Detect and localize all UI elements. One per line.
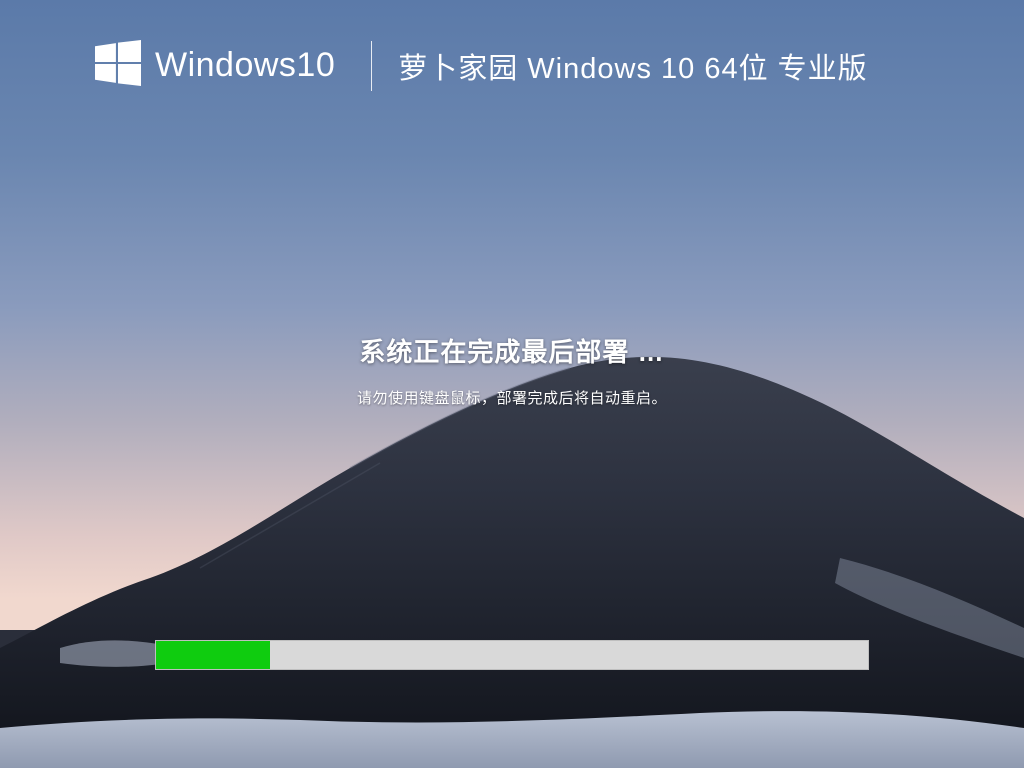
status-main-text: 系统正在完成最后部署 …: [0, 332, 1024, 369]
edition-title: 萝卜家园 Windows 10 64位 专业版: [398, 45, 867, 87]
progress-bar-fill: [156, 641, 270, 669]
progress-bar: [155, 640, 869, 670]
status-block: 系统正在完成最后部署 … 请勿使用键盘鼠标，部署完成后将自动重启。: [0, 332, 1024, 408]
mountain-background: [0, 348, 1024, 768]
header-divider: [371, 41, 372, 91]
windows-logo-block: Windows10: [95, 40, 335, 91]
windows-logo-icon: [95, 40, 141, 91]
header: Windows10 萝卜家园 Windows 10 64位 专业版: [95, 40, 964, 91]
install-screen: Windows10 萝卜家园 Windows 10 64位 专业版 系统正在完成…: [0, 0, 1024, 768]
status-sub-text: 请勿使用键盘鼠标，部署完成后将自动重启。: [0, 387, 1024, 408]
windows-logo-text: Windows10: [155, 46, 335, 85]
